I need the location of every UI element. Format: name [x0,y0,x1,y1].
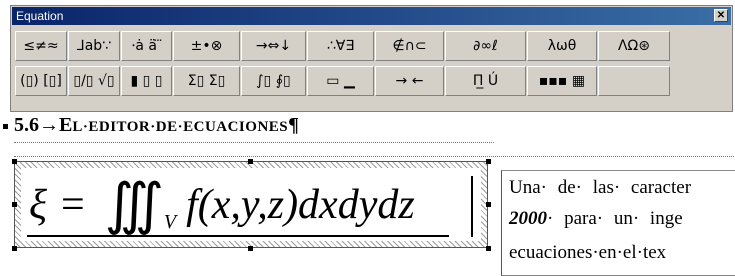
equation-xi: ξ [29,181,47,228]
relational-symbols-icon: ≤≠≈ [23,38,59,54]
empty-palette-slot [598,66,670,96]
resize-handle[interactable] [486,246,491,251]
body-text-run: ecuaciones·en·el·tex [509,242,667,263]
heading-initial: E [59,114,73,136]
equation-object[interactable]: ξ = ∭ V f(x,y,z)dxdydz [14,161,488,248]
set-theory-icon: ∉∩⊂ [392,38,427,54]
paragraph-marker [3,124,8,129]
resize-handle[interactable] [248,159,253,164]
misc-symbols-icon: ∂∞ℓ [473,38,498,54]
subscript-superscript-icon: ▮ ▯ ▯ [130,73,163,89]
resize-handle[interactable] [486,202,491,207]
logical-symbols-palette-button[interactable]: ∴∀∃ [307,31,374,61]
matrix-templates-icon: ▪▪▪ ▦ [538,73,586,89]
integral-templates-palette-button[interactable]: ∫▯ ∮▯ [241,66,306,96]
embellishments-icon: ⸱ȧ ä ⃛ [131,38,162,54]
underbar-overbar-palette-button[interactable]: ▭ ▁ [307,66,374,96]
body-text-block[interactable]: Una· de· las· caracter 2000· para· un· i… [501,170,735,276]
equation-titlebar[interactable]: Equation ✕ [12,7,731,25]
relational-symbols-palette-button[interactable]: ≤≠≈ [15,31,67,61]
resize-handle[interactable] [486,159,491,164]
fence-templates-palette-button[interactable]: (▯) [▯] [15,66,67,96]
underbar-overbar-icon: ▭ ▁ [326,73,355,89]
resize-handle[interactable] [12,159,17,164]
equation-equals: = [61,181,85,228]
summation-templates-icon: Σ▯ Σ▯ [187,73,226,89]
heading-text: L·EDITOR·DE·ECUACIONES [72,119,289,135]
triple-integral-symbol: ∭ [104,174,164,236]
body-text-line: ecuaciones·en·el·tex [509,242,666,264]
resize-handle[interactable] [248,246,253,251]
arrow-symbols-icon: →⇔↓ [255,38,292,54]
equation-editor-area[interactable]: ξ = ∭ V f(x,y,z)dxdydz [21,168,481,241]
close-button[interactable]: ✕ [714,9,728,22]
body-text-run: Una· de· las· caracter [509,177,692,198]
spaces-ellipses-palette-button[interactable]: ⅃ab∵ [68,31,120,61]
fraction-radical-icon: ▯/▯ √▯ [73,73,115,89]
greek-uppercase-icon: ΛΩ⊛ [617,38,650,54]
equation-selection-underline [27,235,449,237]
matrix-templates-palette-button[interactable]: ▪▪▪ ▦ [527,66,597,96]
products-set-theory-palette-button[interactable]: Π̲ Ú [445,66,526,96]
products-set-theory-icon: Π̲ Ú [472,73,499,89]
emphasized-year: 2000 [509,208,547,229]
section-heading[interactable]: 5.6→EL·EDITOR·DE·ECUACIONES¶ [14,114,299,137]
subscript-superscript-palette-button[interactable]: ▮ ▯ ▯ [121,66,172,96]
pilcrow-mark: ¶ [288,114,299,136]
body-text-line: Una· de· las· caracter [509,177,691,199]
misc-symbols-palette-button[interactable]: ∂∞ℓ [445,31,526,61]
close-icon: ✕ [716,10,726,21]
text-boundary-line [14,142,494,143]
arrow-symbols-palette-button[interactable]: →⇔↓ [241,31,306,61]
fraction-radical-palette-button[interactable]: ▯/▯ √▯ [68,66,120,96]
text-boundary-line [14,156,734,157]
labeled-arrow-palette-button[interactable]: → ← [375,66,444,96]
labeled-arrow-icon: → ← [395,73,424,89]
operator-symbols-palette-button[interactable]: ±•⊗ [173,31,240,61]
body-text-line: 2000· para· un· inge [509,208,683,230]
body-text-run: · para· un· inge [547,208,683,229]
greek-uppercase-palette-button[interactable]: ΛΩ⊛ [598,31,670,61]
summation-templates-palette-button[interactable]: Σ▯ Σ▯ [173,66,240,96]
set-theory-palette-button[interactable]: ∉∩⊂ [375,31,444,61]
fence-templates-icon: (▯) [▯] [20,73,62,89]
embellishments-palette-button[interactable]: ⸱ȧ ä ⃛ [121,31,172,61]
operator-symbols-icon: ±•⊗ [190,38,223,54]
document-page[interactable]: 5.6→EL·EDITOR·DE·ECUACIONES¶ ξ = ∭ V f(x… [0,112,735,276]
text-cursor [471,176,473,237]
heading-number: 5.6→ [14,114,59,136]
equation-toolbar-window: Equation ✕ ≤≠≈ ⅃ab∵ ⸱ȧ ä ⃛ ±•⊗ →⇔↓ ∴∀∃ ∉∩⊂ ∂∞ℓ λ… [10,5,733,112]
greek-lowercase-icon: λωθ [547,38,577,54]
resize-handle[interactable] [12,202,17,207]
symbol-palette-row: ≤≠≈ ⅃ab∵ ⸱ȧ ä ⃛ ±•⊗ →⇔↓ ∴∀∃ ∉∩⊂ ∂∞ℓ λωθ ΛΩ⊛ [15,31,728,61]
greek-lowercase-palette-button[interactable]: λωθ [527,31,597,61]
template-palette-row: (▯) [▯] ▯/▯ √▯ ▮ ▯ ▯ Σ▯ Σ▯ ∫▯ ∮▯ ▭ ▁ → ← Π̲ Ú ▪▪… [15,66,728,96]
spaces-ellipses-icon: ⅃ab∵ [76,38,112,54]
equation-expression: f(x,y,z)dxdydz [186,181,415,228]
integral-templates-icon: ∫▯ ∮▯ [256,73,291,89]
logical-symbols-icon: ∴∀∃ [326,38,355,54]
integral-subscript: V [163,211,177,233]
window-title: Equation [16,9,64,23]
resize-handle[interactable] [12,246,17,251]
